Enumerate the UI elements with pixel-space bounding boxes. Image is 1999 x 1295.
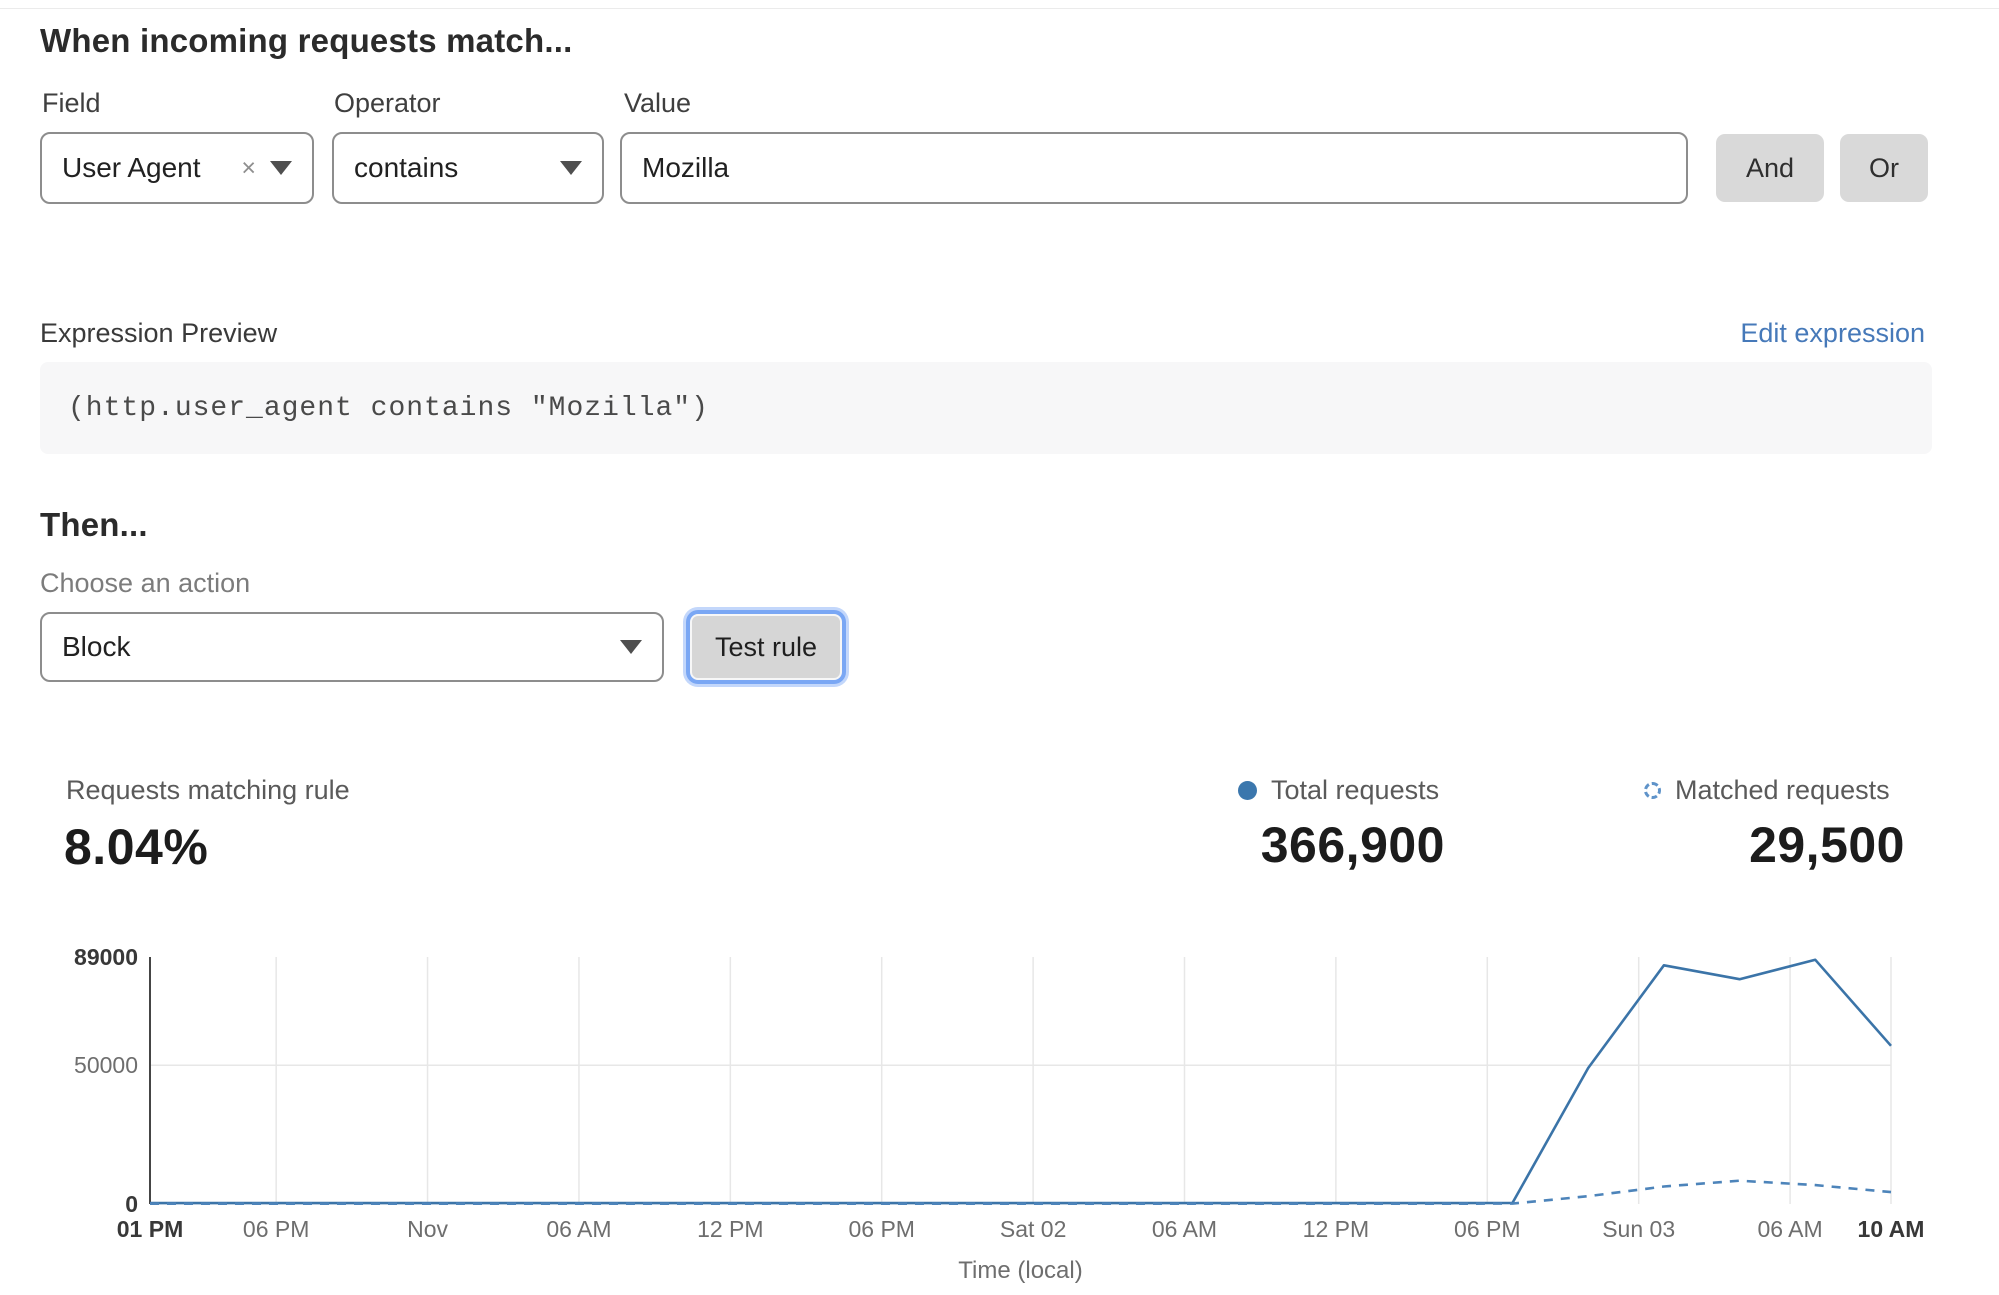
x-tick-label: 12 PM bbox=[1303, 1216, 1369, 1242]
or-button[interactable]: Or bbox=[1840, 134, 1928, 202]
choose-action-label: Choose an action bbox=[40, 568, 250, 599]
series-solid-line bbox=[150, 960, 1891, 1203]
x-tick-label: Nov bbox=[407, 1216, 448, 1242]
matched-requests-label: Matched requests bbox=[1675, 775, 1890, 806]
matched-requests-value: 29,500 bbox=[1749, 816, 1905, 874]
action-select-value: Block bbox=[42, 631, 130, 663]
x-axis-title: Time (local) bbox=[958, 1257, 1082, 1284]
x-tick-label: 06 AM bbox=[1152, 1216, 1217, 1242]
legend-total-requests[interactable]: Total requests bbox=[1238, 775, 1439, 806]
total-requests-value: 366,900 bbox=[1261, 816, 1445, 874]
y-tick-label: 50000 bbox=[74, 1052, 138, 1078]
x-tick-label: 06 PM bbox=[848, 1216, 914, 1242]
and-button[interactable]: And bbox=[1716, 134, 1824, 202]
chevron-down-icon bbox=[560, 161, 582, 175]
requests-matching-label: Requests matching rule bbox=[66, 775, 350, 806]
x-tick-label: 10 AM bbox=[1858, 1216, 1925, 1242]
chevron-down-icon bbox=[620, 640, 642, 654]
x-tick-label: Sun 03 bbox=[1602, 1216, 1675, 1242]
y-tick-label: 89000 bbox=[74, 944, 138, 970]
expression-code-block: (http.user_agent contains "Mozilla") bbox=[40, 362, 1932, 454]
page-title: When incoming requests match... bbox=[40, 22, 572, 60]
total-requests-label: Total requests bbox=[1271, 775, 1439, 806]
x-tick-label: 06 PM bbox=[243, 1216, 309, 1242]
x-tick-label: 06 AM bbox=[1757, 1216, 1822, 1242]
requests-time-series-chart: 0 50000 89000 01 PM 06 PM Nov 06 AM 12 PM 06 PM S… bbox=[0, 930, 1999, 1295]
expression-code: (http.user_agent contains "Mozilla") bbox=[40, 393, 709, 424]
clear-icon[interactable]: × bbox=[241, 156, 256, 181]
requests-matching-value: 8.04% bbox=[64, 818, 208, 876]
x-tick-label: Sat 02 bbox=[1000, 1216, 1067, 1242]
then-title: Then... bbox=[40, 506, 148, 544]
operator-select-value: contains bbox=[334, 152, 458, 184]
series-dashed-line bbox=[150, 1181, 1891, 1204]
x-tick-label: 06 PM bbox=[1454, 1216, 1520, 1242]
value-label: Value bbox=[624, 88, 691, 119]
value-input[interactable] bbox=[620, 132, 1688, 204]
dashed-circle-icon bbox=[1644, 782, 1661, 799]
chevron-down-icon bbox=[270, 161, 292, 175]
test-rule-button[interactable]: Test rule bbox=[690, 614, 842, 680]
x-tick-label: 01 PM bbox=[117, 1216, 183, 1242]
expression-preview-label: Expression Preview bbox=[40, 318, 277, 349]
field-select-value: User Agent bbox=[42, 152, 201, 184]
y-tick-label: 0 bbox=[125, 1191, 138, 1217]
edit-expression-link[interactable]: Edit expression bbox=[1740, 318, 1925, 349]
top-divider bbox=[0, 8, 1999, 9]
rule-builder-page: When incoming requests match... Field Op… bbox=[0, 0, 1999, 1295]
operator-label: Operator bbox=[334, 88, 441, 119]
legend-matched-requests[interactable]: Matched requests bbox=[1644, 775, 1890, 806]
field-select[interactable]: User Agent × bbox=[40, 132, 314, 204]
x-tick-label: 12 PM bbox=[697, 1216, 763, 1242]
field-label: Field bbox=[42, 88, 101, 119]
action-select[interactable]: Block bbox=[40, 612, 664, 682]
operator-select[interactable]: contains bbox=[332, 132, 604, 204]
solid-dot-icon bbox=[1238, 781, 1257, 800]
x-tick-label: 06 AM bbox=[546, 1216, 611, 1242]
